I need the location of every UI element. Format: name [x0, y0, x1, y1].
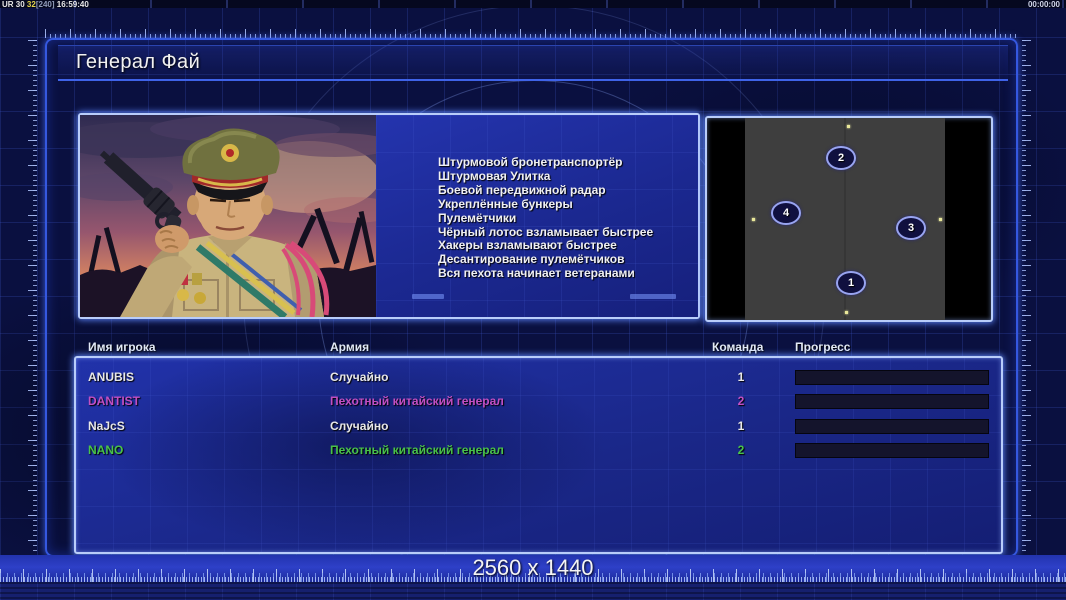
loading-progress-bar	[795, 370, 989, 385]
column-header-player-name: Имя игрока	[88, 340, 156, 354]
left-ruler	[28, 40, 37, 552]
top-ruler	[45, 29, 1016, 38]
ability-item: Пулемётчики	[438, 210, 517, 225]
player-row: NANO Пехотный китайский генерал 2	[76, 438, 1001, 462]
loading-progress-bar	[795, 394, 989, 409]
ability-item: Штурмовой бронетранспортёр	[438, 155, 623, 169]
start-position-marker: 4	[771, 201, 801, 225]
debug-stats-text: UR 30 32[240] 16:59:40	[2, 1, 89, 9]
general-portrait	[80, 115, 376, 317]
column-header-team: Команда	[712, 340, 764, 354]
abilities-panel: Штурмовой бронетранспортёр Штурмовая Ули…	[376, 115, 698, 317]
ability-item: Укреплённые бункеры	[438, 196, 573, 211]
minimap-panel: 2 4 3 1	[705, 116, 993, 322]
column-header-army: Армия	[330, 340, 370, 354]
loading-screen: UR 30 32[240] 16:59:40 00:00:00 Генерал …	[0, 0, 1066, 600]
decorative-dash	[630, 294, 676, 299]
minimap-star-dot	[939, 218, 942, 221]
minimap-star-dot	[845, 311, 848, 314]
player-name: ANUBIS	[88, 370, 135, 384]
player-team: 2	[737, 394, 745, 408]
player-list-panel: ANUBIS Случайно 1 DANTIST Пехотный китай…	[74, 356, 1003, 554]
player-army: Пехотный китайский генерал	[330, 394, 504, 408]
ability-item: Штурмовая Улитка	[438, 168, 551, 183]
general-portrait-image	[80, 115, 376, 317]
page-title: Генерал Фай	[76, 51, 201, 73]
loading-progress-bar	[795, 443, 989, 458]
abilities-list: Штурмовой бронетранспортёр Штурмовая Ули…	[438, 155, 653, 281]
loading-progress-bar	[795, 419, 989, 434]
title-bar: Генерал Фай	[58, 45, 1008, 81]
column-header-progress: Прогресс	[795, 340, 851, 354]
ability-item: Боевой передвижной радар	[438, 182, 606, 197]
minimap: 2 4 3 1	[707, 118, 991, 320]
player-army: Случайно	[330, 419, 389, 433]
debug-bracket-value: [240]	[35, 0, 55, 9]
player-army: Пехотный китайский генерал	[330, 443, 504, 457]
player-team: 2	[737, 443, 745, 457]
player-team: 1	[737, 419, 745, 433]
player-row: DANTIST Пехотный китайский генерал 2	[76, 389, 1001, 413]
debug-value: 32	[26, 0, 36, 9]
right-ruler	[1022, 40, 1031, 552]
game-timer: 00:00:00	[1027, 0, 1060, 9]
minimap-star-dot	[847, 125, 850, 128]
top-strip	[0, 0, 1066, 8]
general-info-panel: Штурмовой бронетранспортёр Штурмовая Ули…	[78, 113, 700, 319]
ability-item: Десантирование пулемётчиков	[438, 252, 625, 267]
debug-clock: 16:59:40	[56, 0, 89, 9]
resolution-label: 2560 x 1440	[472, 555, 594, 580]
player-name: NaJcS	[88, 419, 125, 433]
player-name: NANO	[88, 443, 124, 457]
bottom-strip	[0, 582, 1066, 600]
fps-counter: UR 30	[2, 0, 25, 9]
player-army: Случайно	[330, 370, 389, 384]
ability-item: Хакеры взламывают быстрее	[438, 238, 617, 253]
start-position-marker: 2	[826, 146, 856, 170]
player-row: ANUBIS Случайно 1	[76, 365, 1001, 389]
start-position-marker: 1	[836, 271, 866, 295]
player-row: NaJcS Случайно 1	[76, 414, 1001, 438]
player-team: 1	[737, 370, 745, 384]
decorative-dash	[412, 294, 444, 299]
start-position-marker: 3	[896, 216, 926, 240]
player-name: DANTIST	[88, 394, 140, 408]
minimap-star-dot	[752, 218, 755, 221]
ability-item: Вся пехота начинает ветеранами	[438, 266, 635, 281]
